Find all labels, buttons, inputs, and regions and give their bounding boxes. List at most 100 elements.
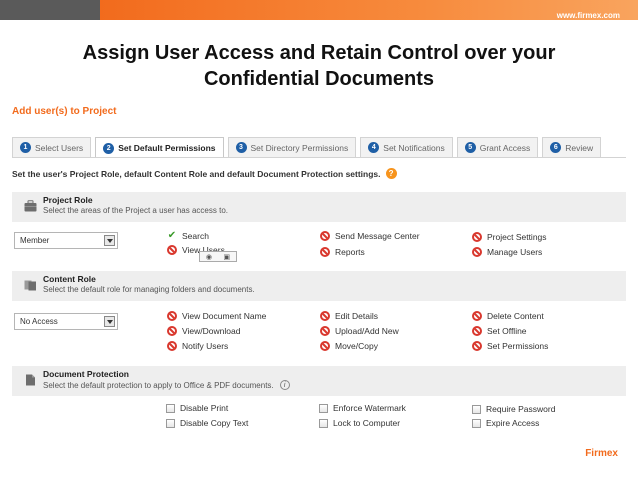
permission-label: Move/Copy — [335, 341, 378, 351]
chevron-down-icon[interactable] — [104, 235, 115, 246]
deny-icon — [320, 311, 330, 321]
permission-upload-add-new: Upload/Add New — [320, 326, 399, 336]
content-role-select[interactable]: No Access — [14, 313, 118, 330]
permission-label: Upload/Add New — [335, 326, 399, 336]
tab-label: Set Notifications — [383, 142, 445, 153]
checkbox-label: Disable Copy Text — [180, 418, 249, 428]
deny-icon — [167, 341, 177, 351]
disable-copy-text-checkbox[interactable]: Disable Copy Text — [166, 418, 248, 428]
step-number-badge: 1 — [20, 142, 31, 153]
project-role-title: Project Role — [43, 195, 93, 205]
checkbox-box[interactable] — [319, 403, 328, 413]
slide-title-line-1: Assign User Access and Retain Control ov… — [82, 42, 556, 64]
chevron-down-icon[interactable] — [104, 316, 115, 327]
checkbox-label: Disable Print — [180, 403, 229, 413]
slide-title: Assign User Access and Retain Control ov… — [0, 40, 638, 92]
deny-icon — [320, 341, 330, 351]
deny-icon — [167, 245, 177, 255]
permission-label: Project Settings — [487, 232, 547, 242]
permission-edit-details: Edit Details — [320, 311, 378, 321]
permission-label: Set Offline — [487, 326, 527, 336]
firmex-logo: Firmex — [585, 448, 618, 459]
deny-icon — [472, 341, 482, 351]
permission-reports: Reports — [320, 247, 365, 257]
view-users-tooltip: ◉ ▣ — [199, 251, 237, 262]
tab-set-default-permissions[interactable]: 2 Set Default Permissions — [95, 137, 224, 158]
content-role-selected: No Access — [20, 317, 58, 326]
step-number-badge: 6 — [550, 142, 562, 153]
permission-delete-content: Delete Content — [472, 311, 544, 321]
checkbox-box[interactable] — [166, 418, 175, 428]
check-icon: ✔ — [167, 230, 177, 241]
step-number-badge: 2 — [103, 142, 115, 154]
deny-icon — [320, 247, 330, 257]
deny-icon — [472, 311, 482, 321]
header-orange-block: www.firmex.com — [100, 0, 638, 20]
info-icon[interactable]: i — [279, 380, 290, 390]
tab-review[interactable]: 6 Review — [542, 137, 602, 157]
permission-label: Manage Users — [487, 247, 543, 257]
tab-label: Review — [565, 142, 594, 153]
deny-icon — [320, 326, 330, 336]
step-number-badge: 4 — [368, 142, 380, 153]
checkbox-box[interactable] — [472, 418, 481, 428]
permission-label: Notify Users — [182, 341, 229, 351]
header-dark-block — [0, 0, 100, 20]
permission-view-document-name: View Document Name — [167, 311, 266, 321]
permission-move-copy: Move/Copy — [320, 341, 378, 351]
permission-label: Reports — [335, 247, 365, 257]
page-title: Add user(s) to Project — [12, 106, 117, 117]
project-role-selected: Member — [20, 236, 50, 245]
require-password-checkbox[interactable]: Require Password — [472, 404, 555, 414]
project-role-description: Select the areas of the Project a user h… — [43, 206, 228, 215]
permission-label: Set Permissions — [487, 341, 549, 351]
help-icon[interactable]: ? — [385, 168, 397, 179]
disable-print-checkbox[interactable]: Disable Print — [166, 403, 228, 413]
tab-set-notifications[interactable]: 4 Set Notifications — [360, 137, 453, 157]
instruction-label: Set the user's Project Role, default Con… — [12, 168, 381, 179]
checkbox-box[interactable] — [166, 403, 175, 413]
content-role-description: Select the default role for managing fol… — [43, 285, 255, 294]
expire-access-checkbox[interactable]: Expire Access — [472, 418, 539, 428]
briefcase-icon — [24, 200, 37, 212]
permission-label: Send Message Center — [335, 231, 420, 241]
tabs-divider — [12, 157, 626, 158]
permission-project-settings: Project Settings — [472, 232, 547, 242]
step-number-badge: 3 — [235, 142, 247, 153]
document-protection-title: Document Protection — [43, 369, 129, 379]
checkbox-box[interactable] — [472, 404, 481, 414]
eye-icon[interactable]: ◉ — [206, 253, 212, 261]
tab-set-directory-permissions[interactable]: 3 Set Directory Permissions — [227, 137, 357, 157]
checkbox-label: Expire Access — [486, 418, 540, 428]
tab-grant-access[interactable]: 5 Grant Access — [456, 137, 539, 157]
deny-icon — [472, 247, 482, 257]
tab-label: Grant Access — [479, 142, 531, 153]
deny-icon — [167, 326, 177, 336]
project-role-section: Project Role Select the areas of the Pro… — [12, 192, 626, 222]
permission-search: ✔ Search — [167, 230, 209, 242]
permission-set-permissions: Set Permissions — [472, 341, 548, 351]
deny-icon — [320, 231, 330, 241]
checkbox-box[interactable] — [319, 418, 328, 428]
permission-notify-users: Notify Users — [167, 341, 228, 351]
tab-label: Set Default Permissions — [118, 143, 216, 153]
content-role-section: Content Role Select the default role for… — [12, 271, 626, 301]
documents-icon — [24, 280, 36, 291]
enforce-watermark-checkbox[interactable]: Enforce Watermark — [319, 403, 406, 413]
project-role-select[interactable]: Member — [14, 232, 118, 249]
tab-label: Select Users — [35, 142, 84, 153]
document-icon — [26, 374, 35, 386]
document-protection-section: Document Protection Select the default p… — [12, 366, 626, 396]
instruction-text: Set the user's Project Role, default Con… — [12, 168, 397, 179]
document-protection-description-text: Select the default protection to apply t… — [43, 380, 274, 390]
tab-select-users[interactable]: 1 Select Users — [12, 137, 92, 157]
permission-set-offline: Set Offline — [472, 326, 527, 336]
permission-label: View Document Name — [182, 311, 267, 321]
edit-icon[interactable]: ▣ — [224, 253, 231, 261]
checkbox-label: Lock to Computer — [333, 418, 401, 428]
lock-to-computer-checkbox[interactable]: Lock to Computer — [319, 418, 400, 428]
deny-icon — [472, 326, 482, 336]
slide-header-bar: www.firmex.com — [0, 0, 638, 20]
document-protection-description: Select the default protection to apply t… — [43, 380, 290, 390]
deny-icon — [167, 311, 177, 321]
